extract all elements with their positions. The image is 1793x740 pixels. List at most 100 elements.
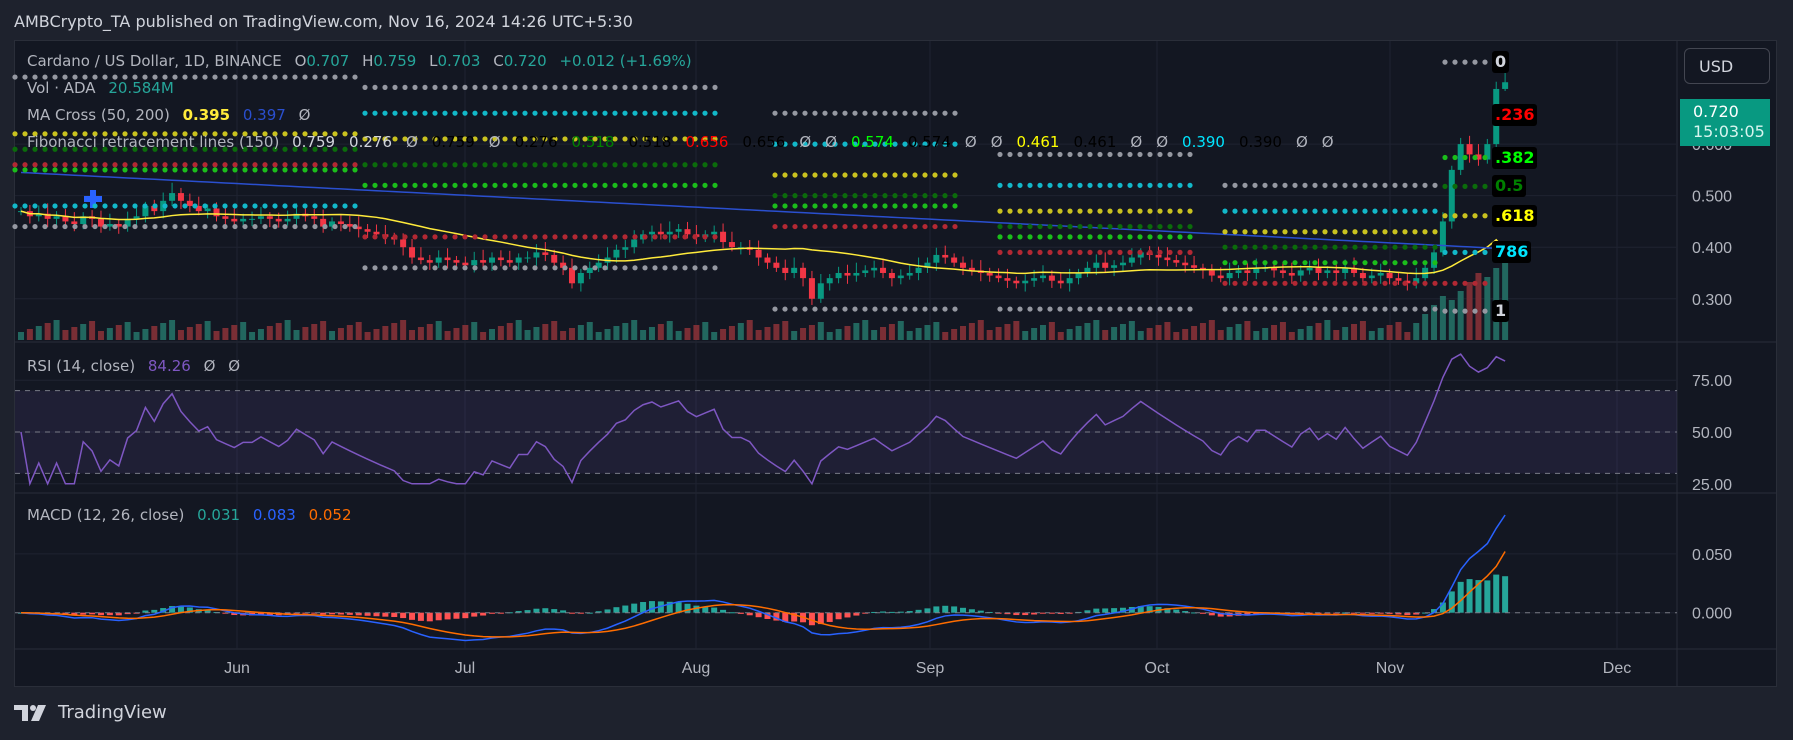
fib-level-dot <box>472 182 478 188</box>
fib-level-dot <box>1322 306 1328 312</box>
fib-level-dot <box>452 234 458 240</box>
candle-body <box>675 229 682 232</box>
fib-level-dot <box>1462 213 1468 219</box>
candle-body <box>1279 270 1286 273</box>
fib-level-dot <box>202 223 208 230</box>
fib-level-dot <box>332 223 338 230</box>
volume-bar <box>1182 329 1189 340</box>
candle-body <box>311 216 318 219</box>
fib-level-dot <box>592 110 598 116</box>
volume-bar <box>826 332 833 340</box>
candle-body <box>1235 270 1242 273</box>
fib-level-label: .618 <box>1492 204 1538 227</box>
fib-level-dot <box>542 234 548 240</box>
fib-level-dot <box>1077 234 1083 240</box>
fib-level-dot <box>872 193 878 199</box>
volume-bar <box>1395 322 1402 340</box>
candle-body <box>1057 280 1064 284</box>
volume-bar <box>97 331 104 340</box>
currency-button[interactable]: USD <box>1684 48 1770 84</box>
fib-level-dot <box>502 182 508 188</box>
fib-level-dot <box>352 167 358 173</box>
volume-bar <box>1004 324 1011 340</box>
fib-level-dot <box>942 223 948 230</box>
fib-level-dot <box>452 265 458 271</box>
fib-level-dot <box>452 182 458 188</box>
macd-histogram-bar <box>960 607 967 613</box>
volume-bar <box>195 324 202 340</box>
fib-level-dot <box>252 167 258 173</box>
fib-level-dot <box>822 306 828 312</box>
tradingview-logo[interactable]: TradingView <box>14 702 167 723</box>
rsi-na-2: Ø <box>228 357 241 375</box>
volume-bar <box>871 330 878 340</box>
fib-level-dot <box>1077 151 1083 158</box>
candle-body <box>400 239 407 248</box>
volume-bar <box>1137 331 1144 340</box>
fib-level-dot <box>372 110 378 116</box>
fib-level-label: 0 <box>1492 51 1510 74</box>
candle-body <box>888 272 895 279</box>
volume-bar <box>444 331 451 340</box>
macd-histogram-bar <box>453 612 460 619</box>
fib-level-dot <box>512 162 518 168</box>
fib-level-dot <box>152 167 158 173</box>
fib-level-dot <box>682 162 688 168</box>
fib-level-dot <box>582 265 588 271</box>
fib-level-dot <box>792 110 798 116</box>
fib-level-dot <box>902 306 908 312</box>
fib-level-dot <box>1222 244 1228 250</box>
fib-level-dot <box>1107 234 1113 240</box>
candle-body <box>453 260 460 263</box>
fib-level-dot <box>702 84 708 90</box>
fib-level-dot <box>172 203 178 209</box>
fib-level-dot <box>102 223 108 230</box>
candle-body <box>817 283 824 299</box>
volume-bar <box>382 326 389 340</box>
candle-body <box>222 216 229 219</box>
fib-level-dot <box>1382 182 1388 188</box>
fib-level-dot <box>1342 208 1348 214</box>
fib-level-dot <box>482 234 488 240</box>
fib-level-dot <box>272 74 278 80</box>
macd-histogram-bar <box>631 603 638 613</box>
macd-histogram-bar <box>1466 579 1473 613</box>
macd-histogram-bar <box>755 612 762 618</box>
fib-level-dot <box>362 182 368 188</box>
volume-bar <box>542 324 549 340</box>
fib-level-dot <box>252 162 258 168</box>
fib-level-dot <box>1282 244 1288 250</box>
fib-level-dot <box>772 193 778 199</box>
low-value: 0.703 <box>437 52 481 70</box>
fib-level-dot <box>1117 151 1123 158</box>
fib-level-dot <box>612 265 618 271</box>
macd-histogram-bar <box>533 608 540 613</box>
volume-bar <box>1288 332 1295 340</box>
fib-level-dot <box>1107 182 1113 188</box>
fib-level-dot <box>1222 182 1228 188</box>
fib-level-dot <box>1187 234 1193 240</box>
fib-level-dot <box>162 223 168 230</box>
fib-level-dot <box>1242 244 1248 250</box>
volume-bar <box>515 320 522 340</box>
fib-level-dot <box>272 223 278 230</box>
fib-level-dot <box>232 223 238 230</box>
fib-level-dot <box>322 167 328 173</box>
fib-level-dot <box>412 234 418 240</box>
volume-bar <box>240 322 247 340</box>
volume-bar <box>222 328 229 340</box>
volume-bar <box>800 328 807 340</box>
fib-level-dot <box>1167 208 1173 214</box>
candle-body <box>577 272 584 284</box>
fib-level-dot <box>412 182 418 188</box>
fib-level-dot <box>262 162 268 168</box>
fib-level-dot <box>592 84 598 90</box>
candle-body <box>213 208 220 217</box>
fib-level-dot <box>512 265 518 271</box>
fib-level-dot <box>562 234 568 240</box>
macd-histogram-bar <box>711 607 718 613</box>
fib-level-dot <box>272 167 278 173</box>
fib-level-dot <box>1262 182 1268 188</box>
candle-body <box>1039 275 1046 279</box>
fib-level-dot <box>272 162 278 168</box>
